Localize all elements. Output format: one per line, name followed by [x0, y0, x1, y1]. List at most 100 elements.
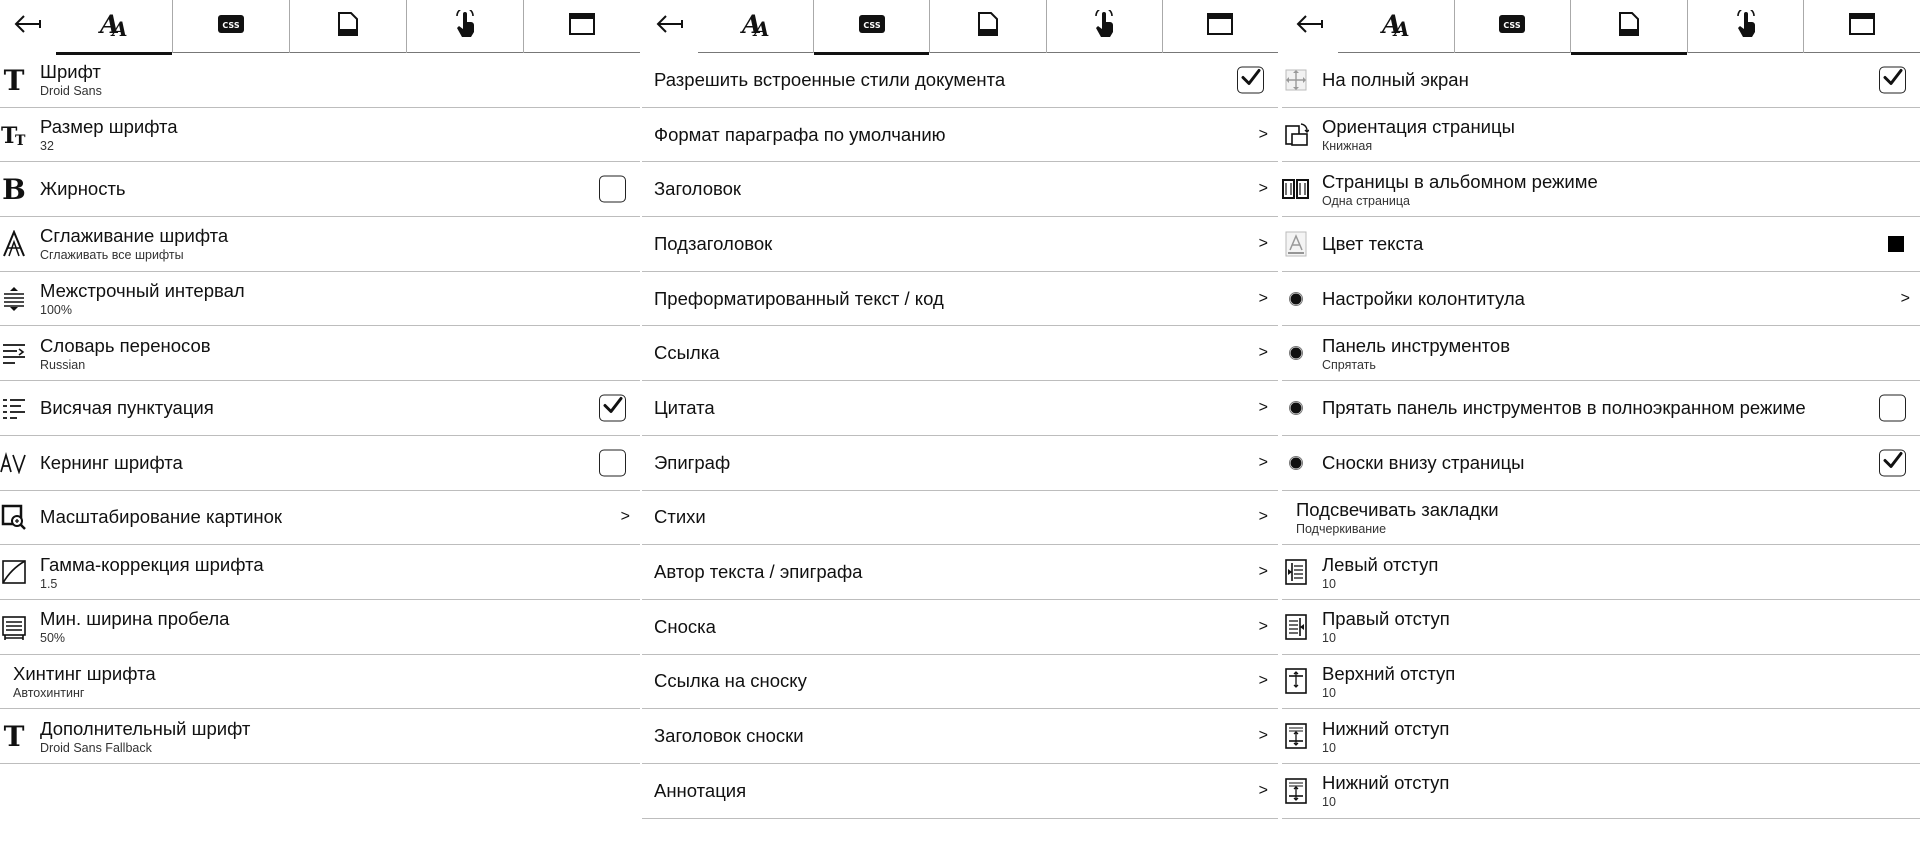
settings-item-value: Droid Sans — [40, 84, 102, 99]
settings-item-title: Хинтинг шрифта — [13, 662, 156, 684]
settings-item-value: Книжная — [1322, 139, 1373, 154]
color-swatch[interactable] — [1888, 235, 1904, 252]
tab-font[interactable]: AA — [698, 0, 813, 53]
settings-item[interactable]: Аннотация > — [642, 764, 1278, 819]
settings-item[interactable]: Правый отступ 10 — [1282, 600, 1920, 655]
tab-touch[interactable] — [1686, 0, 1804, 53]
settings-item[interactable]: Нижний отступ 10 — [1282, 764, 1920, 819]
tab-touch[interactable] — [406, 0, 523, 53]
checkbox-checked[interactable] — [599, 394, 626, 422]
settings-item-title: Ссылка — [654, 342, 720, 364]
settings-item[interactable]: Сноска > — [642, 600, 1278, 655]
settings-item[interactable]: Разрешить встроенные стили документа — [642, 53, 1278, 108]
settings-item[interactable]: Заголовок > — [642, 162, 1278, 218]
settings-item[interactable]: Висячая пунктуация — [0, 381, 640, 436]
settings-item[interactable]: Межстрочный интервал 100% — [0, 272, 640, 327]
settings-item-text: Преформатированный текст / код — [654, 272, 1222, 326]
orientation-icon — [1282, 120, 1310, 150]
settings-item-title: Эпиграф — [654, 451, 731, 473]
settings-item[interactable]: Ориентация страницы Книжная — [1282, 108, 1920, 163]
settings-item-value: 100% — [40, 303, 72, 318]
settings-item[interactable]: Ссылка > — [642, 326, 1278, 382]
font-icon: T — [0, 65, 28, 95]
settings-item[interactable]: Преформатированный текст / код > — [642, 272, 1278, 327]
settings-item-title: Цитата — [654, 396, 715, 418]
settings-item[interactable]: B Жирность — [0, 162, 640, 218]
back-icon — [656, 14, 684, 39]
settings-item[interactable]: Сноски внизу страницы — [1282, 436, 1920, 491]
tab-page[interactable] — [929, 0, 1045, 53]
chevron-right-icon: > — [1258, 453, 1268, 471]
settings-item[interactable]: Панель инструментов Спрятать — [1282, 326, 1920, 382]
settings-item[interactable]: Эпиграф > — [642, 436, 1278, 491]
settings-item-title: Заголовок — [654, 178, 741, 200]
settings-item[interactable]: Подсвечивать закладки Подчеркивание — [1282, 491, 1920, 546]
settings-item[interactable]: На полный экран — [1282, 53, 1920, 108]
tab-font[interactable]: AA — [1338, 0, 1454, 53]
settings-item-title: Цвет текста — [1322, 232, 1424, 254]
settings-item[interactable]: Стихи > — [642, 491, 1278, 546]
settings-item[interactable]: Цитата > — [642, 381, 1278, 436]
settings-item-title: Межстрочный интервал — [40, 280, 245, 302]
settings-item[interactable]: Хинтинг шрифта Автохинтинг — [0, 655, 640, 710]
settings-item[interactable]: Кернинг шрифта — [0, 436, 640, 491]
gamma-icon — [0, 557, 28, 587]
settings-list: Разрешить встроенные стили документа Форм… — [642, 53, 1278, 819]
settings-item-title: Размер шрифта — [40, 116, 178, 138]
margin-bottom-icon — [1282, 776, 1310, 806]
margin-left-icon — [1282, 557, 1310, 587]
settings-item[interactable]: Страницы в альбомном режиме Одна страница — [1282, 162, 1920, 218]
css-tab-icon: CSS — [858, 14, 886, 39]
tab-window[interactable] — [523, 0, 640, 53]
settings-item[interactable]: T Шрифт Droid Sans — [0, 53, 640, 108]
settings-item[interactable]: Настройки колонтитула > — [1282, 272, 1920, 327]
settings-item[interactable]: Цвет текста — [1282, 217, 1920, 272]
tab-css[interactable]: CSS — [172, 0, 289, 53]
settings-item[interactable]: Масштабирование картинок > — [0, 491, 640, 546]
window-tab-icon — [1848, 12, 1876, 41]
tab-page[interactable] — [1570, 0, 1687, 55]
tab-font[interactable]: AA — [56, 0, 172, 55]
tab-css[interactable]: CSS — [1453, 0, 1571, 53]
settings-item[interactable]: Словарь переносов Russian — [0, 326, 640, 382]
checkbox-checked[interactable] — [1879, 449, 1906, 477]
settings-item[interactable]: Гамма-коррекция шрифта 1.5 — [0, 545, 640, 600]
touch-tab-icon — [1734, 7, 1758, 43]
tab-css[interactable]: CSS — [813, 0, 930, 55]
checkbox-checked[interactable] — [1237, 66, 1264, 94]
checkbox-checked[interactable] — [1879, 66, 1906, 94]
tab-page[interactable] — [289, 0, 406, 53]
settings-item[interactable]: T T Размер шрифта 32 — [0, 108, 640, 163]
settings-item[interactable]: Верхний отступ 10 — [1282, 655, 1920, 710]
back-button[interactable] — [642, 0, 698, 53]
settings-item[interactable]: Мин. ширина пробела 50% — [0, 600, 640, 655]
settings-item[interactable]: Левый отступ 10 — [1282, 545, 1920, 600]
checkbox-unchecked[interactable] — [599, 175, 626, 203]
tab-window[interactable] — [1161, 0, 1278, 53]
settings-item[interactable]: Сглаживание шрифта Сглаживать все шрифты — [0, 217, 640, 272]
settings-item-text: Верхний отступ 10 — [1322, 655, 1864, 709]
css-settings-panel: A A CSS Разрешить встроенные стили докумен… — [642, 0, 1278, 858]
settings-item[interactable]: Подзаголовок > — [642, 217, 1278, 272]
settings-item-value: 10 — [1322, 685, 1336, 700]
settings-item-title: Кернинг шрифта — [40, 451, 183, 473]
settings-item[interactable]: Прятать панель инструментов в полноэкран… — [1282, 381, 1920, 436]
checkbox-unchecked[interactable] — [1879, 394, 1906, 422]
settings-item-text: Гамма-коррекция шрифта 1.5 — [40, 545, 584, 599]
font-icon: T — [0, 721, 28, 751]
settings-item[interactable]: Ссылка на сноску > — [642, 655, 1278, 710]
settings-item-text: Аннотация — [654, 764, 1222, 818]
tab-window[interactable] — [1803, 0, 1920, 53]
tab-touch[interactable] — [1045, 0, 1162, 53]
settings-item-title: Жирность — [40, 178, 126, 200]
settings-item[interactable]: Заголовок сноски > — [642, 709, 1278, 764]
settings-item-text: Страницы в альбомном режиме Одна страница — [1322, 162, 1864, 216]
back-button[interactable] — [0, 0, 56, 53]
settings-item[interactable]: Автор текста / эпиграфа > — [642, 545, 1278, 600]
settings-item[interactable]: Нижний отступ 10 — [1282, 709, 1920, 764]
back-button[interactable] — [1282, 0, 1338, 53]
settings-item[interactable]: Формат параграфа по умолчанию > — [642, 108, 1278, 163]
checkbox-unchecked[interactable] — [599, 449, 626, 477]
settings-item[interactable]: T Дополнительный шрифт Droid Sans Fallback — [0, 709, 640, 764]
svg-text:A: A — [110, 17, 128, 39]
